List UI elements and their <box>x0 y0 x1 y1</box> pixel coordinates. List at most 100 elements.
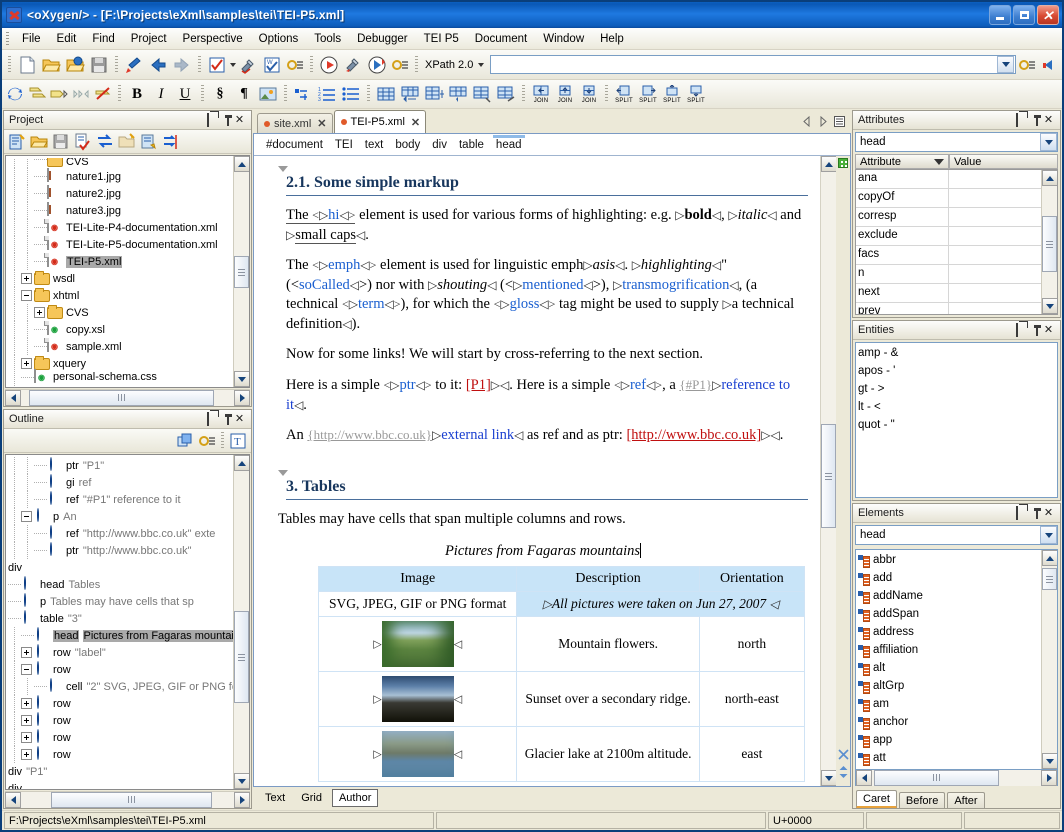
fold-toggle-section-2-1[interactable] <box>278 166 288 172</box>
attribute-value-cell[interactable] <box>949 284 1041 303</box>
save-icon[interactable] <box>87 53 111 77</box>
transform-project-icon[interactable] <box>94 131 116 153</box>
section-icon[interactable]: § <box>208 82 232 106</box>
restore-icon[interactable] <box>202 115 213 126</box>
editor-tab-site-xml[interactable]: site.xml ✕ <box>257 113 333 133</box>
new-folder-icon[interactable] <box>116 131 138 153</box>
elements-vscrollbar[interactable] <box>1041 550 1057 769</box>
tag-remove-icon[interactable] <box>92 83 114 105</box>
url-bbc-1[interactable]: {http://www.bbc.co.uk} <box>307 427 432 442</box>
menu-document[interactable]: Document <box>467 30 535 48</box>
pin-icon[interactable] <box>218 414 229 425</box>
outline-item[interactable]: giref <box>6 474 233 491</box>
close-icon[interactable]: ✕ <box>1043 325 1054 336</box>
expand-node-icon[interactable] <box>21 715 32 726</box>
pin-icon[interactable] <box>218 115 229 126</box>
tab-before[interactable]: Before <box>899 792 945 808</box>
outline-item[interactable]: div <box>6 780 233 789</box>
entity-item[interactable]: amp - & <box>858 344 1057 362</box>
attribute-name-cell[interactable]: prev <box>856 303 949 314</box>
outline-item[interactable]: table"3" <box>6 610 233 627</box>
element-item[interactable]: addName <box>858 587 1041 605</box>
outline-item[interactable]: div <box>6 559 233 576</box>
scroll-down-button[interactable] <box>821 770 837 786</box>
scroll-track[interactable] <box>821 172 836 770</box>
column-header-value[interactable]: Value <box>949 154 1058 169</box>
breadcrumb-item-text[interactable]: text <box>359 136 390 153</box>
xpath-version-dropdown-icon[interactable] <box>478 63 484 67</box>
tree-item[interactable]: nature1.jpg <box>6 168 233 185</box>
breadcrumb-item-body[interactable]: body <box>389 136 426 153</box>
split-cell-left-icon[interactable]: SPLIT <box>612 82 636 106</box>
menu-debugger[interactable]: Debugger <box>349 30 416 48</box>
project-tree-hscrollbar[interactable] <box>5 389 250 405</box>
debug-icon[interactable] <box>341 53 365 77</box>
outline-item[interactable]: row <box>6 712 233 729</box>
attribute-value-cell[interactable] <box>949 227 1041 246</box>
scroll-track-h[interactable] <box>872 770 1041 786</box>
menu-tools[interactable]: Tools <box>306 30 349 48</box>
element-item[interactable]: alt <box>858 659 1041 677</box>
outline-item[interactable]: row <box>6 746 233 763</box>
restore-icon[interactable] <box>202 414 213 425</box>
entity-item[interactable]: quot - " <box>858 416 1057 434</box>
element-item[interactable]: am <box>858 695 1041 713</box>
element-item[interactable]: affiliation <box>858 641 1041 659</box>
unordered-list-icon[interactable] <box>339 82 363 106</box>
tree-item[interactable]: ◉TEI-P5.xml <box>6 253 233 270</box>
tree-item[interactable]: ◉sample.xml <box>6 338 233 355</box>
scroll-right-button[interactable] <box>1041 770 1057 786</box>
element-item[interactable]: addSpan <box>858 605 1041 623</box>
tree-item[interactable]: ◉copy.xsl <box>6 321 233 338</box>
outline-item[interactable]: row <box>6 661 233 678</box>
tab-caret[interactable]: Caret <box>856 790 897 808</box>
anchor-p1[interactable]: {#P1} <box>679 377 712 392</box>
outline-item[interactable]: ptr"P1" <box>6 457 233 474</box>
outline-item[interactable]: row"label" <box>6 644 233 661</box>
ordered-list-icon[interactable]: 123 <box>315 82 339 106</box>
scroll-left-button[interactable] <box>856 770 872 786</box>
split-cell-up-icon[interactable]: SPLIT <box>660 82 684 106</box>
restore-icon[interactable] <box>1011 508 1022 519</box>
tree-item[interactable]: nature3.jpg <box>6 202 233 219</box>
scroll-thumb-h[interactable] <box>51 792 212 808</box>
tab-list-icon[interactable] <box>834 116 845 130</box>
attribute-row[interactable]: exclude <box>856 227 1041 246</box>
attributes-vscrollbar[interactable] <box>1041 170 1057 314</box>
attribute-row[interactable]: corresp <box>856 208 1041 227</box>
breadcrumb-item-tei[interactable]: TEI <box>329 136 359 153</box>
scroll-thumb[interactable] <box>1042 216 1057 272</box>
delete-column-icon[interactable] <box>470 82 494 106</box>
scroll-down-button[interactable] <box>1042 298 1058 314</box>
attribute-value-cell[interactable] <box>949 303 1041 314</box>
attribute-row[interactable]: copyOf <box>856 189 1041 208</box>
menu-project[interactable]: Project <box>123 30 175 48</box>
prev-next-nav-icon[interactable] <box>838 765 849 782</box>
expand-node-icon[interactable] <box>21 698 32 709</box>
element-item[interactable]: abbr <box>858 551 1041 569</box>
element-item[interactable]: att <box>858 749 1041 767</box>
outline-options-icon[interactable] <box>196 430 218 452</box>
new-file-icon[interactable] <box>15 53 39 77</box>
restore-icon[interactable] <box>1011 115 1022 126</box>
attribute-name-cell[interactable]: next <box>856 284 949 303</box>
split-cell-down-icon[interactable]: SPLIT <box>684 82 708 106</box>
scroll-track[interactable] <box>234 172 249 371</box>
validate-with-schema-icon[interactable]: W <box>260 53 284 77</box>
tree-item[interactable]: xhtml <box>6 287 233 304</box>
attribute-name-cell[interactable]: ana <box>856 170 949 189</box>
scroll-down-button[interactable] <box>234 371 250 387</box>
tree-item[interactable]: wsdl <box>6 270 233 287</box>
valid-ok-icon[interactable] <box>838 158 848 168</box>
join-cells-left-icon[interactable]: JOIN <box>529 82 553 106</box>
chevron-down-icon[interactable] <box>1040 526 1057 544</box>
url-bbc-2[interactable]: [http://www.bbc.co.uk] <box>626 427 761 443</box>
outline-item[interactable]: cell"2" SVG, JPEG, GIF or PNG fc <box>6 678 233 695</box>
insert-image-icon[interactable] <box>256 82 280 106</box>
back-icon[interactable] <box>146 53 170 77</box>
run-with-profiler-icon[interactable] <box>365 53 389 77</box>
element-item[interactable]: app <box>858 731 1041 749</box>
paragraph-icon[interactable]: ¶ <box>232 82 256 106</box>
new-project-icon[interactable] <box>6 131 28 153</box>
outline-item[interactable]: row <box>6 729 233 746</box>
